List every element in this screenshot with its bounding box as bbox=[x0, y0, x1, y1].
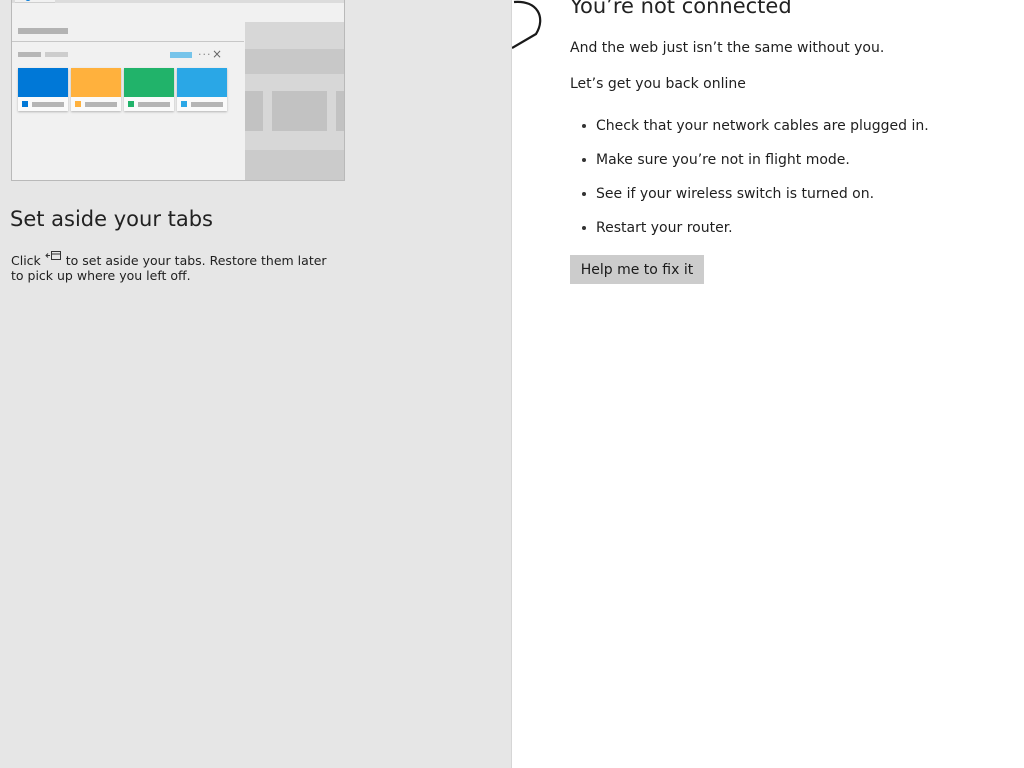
tips-title: Set aside your tabs bbox=[10, 207, 213, 231]
suggestion-item: Check that your network cables are plugg… bbox=[570, 116, 929, 150]
tab-card-favicon-icon bbox=[181, 101, 187, 107]
suggestion-item: Restart your router. bbox=[570, 218, 929, 252]
error-title: You’re not connected bbox=[570, 0, 792, 18]
illustration-tab-card bbox=[124, 68, 174, 111]
illustration-divider bbox=[12, 41, 244, 42]
tips-description-start: Click bbox=[11, 253, 45, 268]
illustration-tab-card bbox=[18, 68, 68, 111]
illustration-label-bar bbox=[45, 52, 68, 57]
tips-panel: ... × Set aside your tabs Click to set a… bbox=[0, 0, 511, 768]
illustration-page-block bbox=[245, 91, 263, 131]
tab-card-preview bbox=[124, 68, 174, 97]
tab-card-title-bar bbox=[85, 102, 117, 107]
tab-card-favicon-icon bbox=[22, 101, 28, 107]
illustration-label-bar bbox=[18, 52, 41, 57]
set-aside-tabs-illustration: ... × bbox=[11, 0, 345, 181]
tab-card-preview bbox=[18, 68, 68, 97]
disconnected-heart-icon bbox=[512, 0, 542, 49]
suggestion-list: Check that your network cables are plugg… bbox=[570, 116, 929, 252]
illustration-page-block bbox=[272, 91, 327, 131]
suggestion-text: See if your wireless switch is turned on… bbox=[596, 186, 875, 202]
illustration-tab-card bbox=[71, 68, 121, 111]
suggestion-text: Check that your network cables are plugg… bbox=[596, 118, 929, 134]
connection-error-page: You’re not connected And the web just is… bbox=[511, 0, 1024, 768]
more-options-icon: ... bbox=[198, 45, 212, 58]
tab-card-title-bar bbox=[138, 102, 170, 107]
illustration-panel-title bbox=[18, 28, 68, 34]
suggestion-item: Make sure you’re not in flight mode. bbox=[570, 150, 929, 184]
set-aside-tabs-icon bbox=[45, 251, 61, 260]
tab-card-favicon-icon bbox=[128, 101, 134, 107]
close-icon: × bbox=[212, 47, 223, 61]
tab-card-title-bar bbox=[191, 102, 223, 107]
illustration-tab-favicon-icon bbox=[25, 0, 31, 1]
bullet-icon bbox=[582, 158, 586, 162]
tab-card-preview bbox=[71, 68, 121, 97]
illustration-page-footer bbox=[245, 150, 344, 180]
tab-card-title-bar bbox=[32, 102, 64, 107]
bullet-icon bbox=[582, 226, 586, 230]
tab-card-favicon-icon bbox=[75, 101, 81, 107]
tips-description: Click to set aside your tabs. Restore th… bbox=[11, 251, 341, 283]
illustration-tab-strip bbox=[12, 0, 344, 3]
illustration-restore-bar bbox=[170, 52, 192, 58]
illustration-active-tab bbox=[15, 0, 55, 3]
illustration-tab-card bbox=[177, 68, 227, 111]
error-prompt: Let’s get you back online bbox=[570, 76, 746, 92]
suggestion-text: Make sure you’re not in flight mode. bbox=[596, 152, 850, 168]
tab-card-preview bbox=[177, 68, 227, 97]
suggestion-text: Restart your router. bbox=[596, 220, 733, 236]
help-me-fix-button[interactable]: Help me to fix it bbox=[570, 255, 704, 284]
bullet-icon bbox=[582, 192, 586, 196]
illustration-page-block bbox=[336, 91, 344, 131]
bullet-icon bbox=[582, 124, 586, 128]
error-subtitle: And the web just isn’t the same without … bbox=[570, 40, 885, 56]
illustration-page-header bbox=[245, 49, 344, 74]
suggestion-item: See if your wireless switch is turned on… bbox=[570, 184, 929, 218]
